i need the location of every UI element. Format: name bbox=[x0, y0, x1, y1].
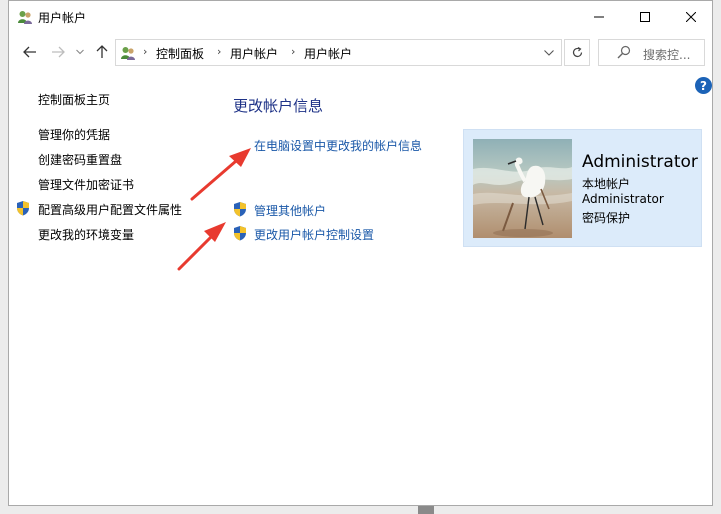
search-box[interactable]: 搜索控... bbox=[598, 39, 705, 66]
title-bar[interactable]: 用户帐户 bbox=[9, 1, 712, 32]
arrow-left-icon bbox=[23, 46, 36, 58]
breadcrumb-user-accounts-current[interactable]: 用户帐户 bbox=[304, 45, 352, 62]
breadcrumb-user-accounts[interactable]: 用户帐户 bbox=[230, 45, 278, 62]
address-dropdown-button[interactable] bbox=[540, 44, 558, 62]
change-env-variables-link[interactable]: 更改我的环境变量 bbox=[38, 226, 134, 243]
search-icon bbox=[617, 45, 631, 59]
user-account-name: Administrator bbox=[582, 192, 664, 206]
manage-credentials-link[interactable]: 管理你的凭据 bbox=[38, 126, 110, 143]
chevron-right-icon: › bbox=[217, 45, 222, 58]
user-name: Administrator bbox=[582, 152, 698, 172]
control-panel-icon bbox=[121, 47, 135, 60]
help-icon: ? bbox=[700, 78, 707, 93]
up-button[interactable] bbox=[91, 41, 113, 63]
manage-encryption-certs-link[interactable]: 管理文件加密证书 bbox=[38, 176, 134, 193]
maximize-icon bbox=[640, 11, 650, 22]
user-avatar-image bbox=[473, 139, 572, 238]
chevron-down-icon bbox=[544, 50, 554, 56]
user-account-type: 本地帐户 bbox=[582, 177, 631, 191]
advanced-profile-properties-link[interactable]: 配置高级用户配置文件属性 bbox=[38, 201, 182, 218]
window-title: 用户帐户 bbox=[38, 11, 87, 25]
arrow-up-icon bbox=[96, 45, 108, 58]
chevron-right-icon: › bbox=[291, 45, 296, 58]
refresh-icon bbox=[572, 46, 582, 58]
minimize-icon bbox=[594, 16, 604, 17]
uac-shield-icon bbox=[17, 201, 29, 216]
change-uac-settings-link[interactable]: 更改用户帐户控制设置 bbox=[254, 226, 374, 243]
help-button[interactable]: ? bbox=[695, 77, 712, 94]
chevron-down-icon bbox=[76, 49, 84, 55]
maximize-button[interactable] bbox=[622, 1, 668, 32]
forward-button[interactable] bbox=[47, 41, 69, 63]
recent-locations-button[interactable] bbox=[73, 41, 87, 63]
user-password-status: 密码保护 bbox=[582, 211, 631, 225]
minimize-button[interactable] bbox=[576, 1, 622, 32]
control-panel-home-link[interactable]: 控制面板主页 bbox=[38, 91, 110, 108]
uac-shield-icon bbox=[234, 202, 246, 217]
close-button[interactable] bbox=[668, 1, 714, 32]
close-icon bbox=[686, 11, 696, 22]
breadcrumb-control-panel[interactable]: 控制面板 bbox=[156, 45, 204, 62]
manage-other-accounts-link[interactable]: 管理其他帐户 bbox=[254, 202, 326, 219]
back-button[interactable] bbox=[19, 41, 41, 63]
user-avatar[interactable] bbox=[473, 139, 572, 238]
create-reset-disk-link[interactable]: 创建密码重置盘 bbox=[38, 151, 122, 168]
change-account-in-settings-link[interactable]: 在电脑设置中更改我的帐户信息 bbox=[254, 137, 422, 154]
uac-shield-icon bbox=[234, 226, 246, 241]
user-accounts-window: 用户帐户 › 控制面板 › 用户帐户 › 用户帐户 搜索控... ? 控制面板主… bbox=[8, 0, 713, 506]
refresh-button[interactable] bbox=[564, 39, 590, 66]
page-heading: 更改帐户信息 bbox=[233, 97, 324, 115]
background-window-edge bbox=[418, 506, 434, 514]
user-account-tile: Administrator 本地帐户 Administrator 密码保护 bbox=[463, 129, 702, 247]
users-app-icon bbox=[18, 11, 32, 24]
chevron-right-icon: › bbox=[143, 45, 148, 58]
address-bar[interactable]: › 控制面板 › 用户帐户 › 用户帐户 bbox=[115, 39, 562, 66]
search-placeholder: 搜索控... bbox=[643, 48, 691, 62]
arrow-right-icon bbox=[52, 46, 65, 58]
